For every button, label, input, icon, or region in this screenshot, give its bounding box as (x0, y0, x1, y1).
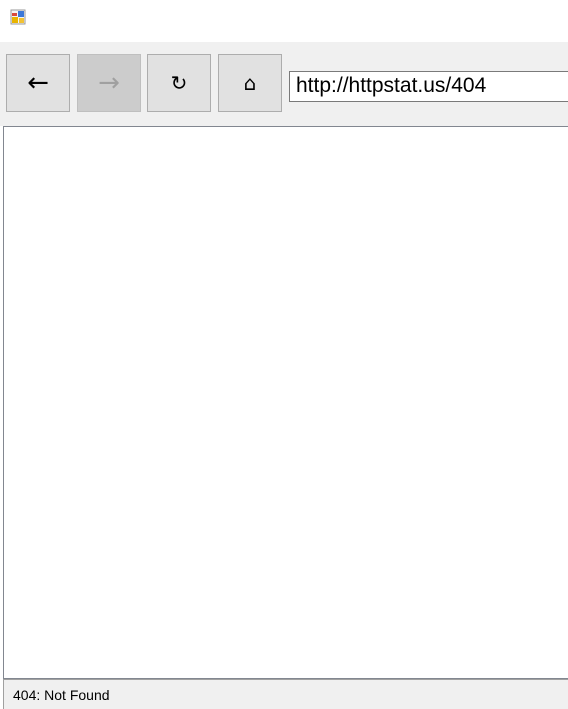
web-content-area[interactable] (3, 126, 568, 679)
home-button[interactable]: ⌂ (218, 54, 282, 112)
forward-button[interactable]: → (77, 54, 141, 112)
arrow-right-icon: → (98, 68, 120, 98)
status-bar: 404: Not Found (3, 679, 568, 709)
navigation-toolbar: ← → ↻ ⌂ http://httpstat.us/404 (0, 42, 568, 126)
arrow-left-icon: ← (27, 68, 49, 98)
browser-window: ← → ↻ ⌂ http://httpstat.us/404 404: Not … (0, 0, 568, 709)
refresh-icon: ↻ (170, 71, 188, 95)
status-text: 404: Not Found (13, 687, 110, 703)
refresh-button[interactable]: ↻ (147, 54, 211, 112)
app-window-icon (10, 9, 26, 25)
home-icon: ⌂ (243, 71, 257, 95)
address-bar-input[interactable]: http://httpstat.us/404 (289, 71, 568, 102)
title-bar (0, 0, 568, 42)
back-button[interactable]: ← (6, 54, 70, 112)
